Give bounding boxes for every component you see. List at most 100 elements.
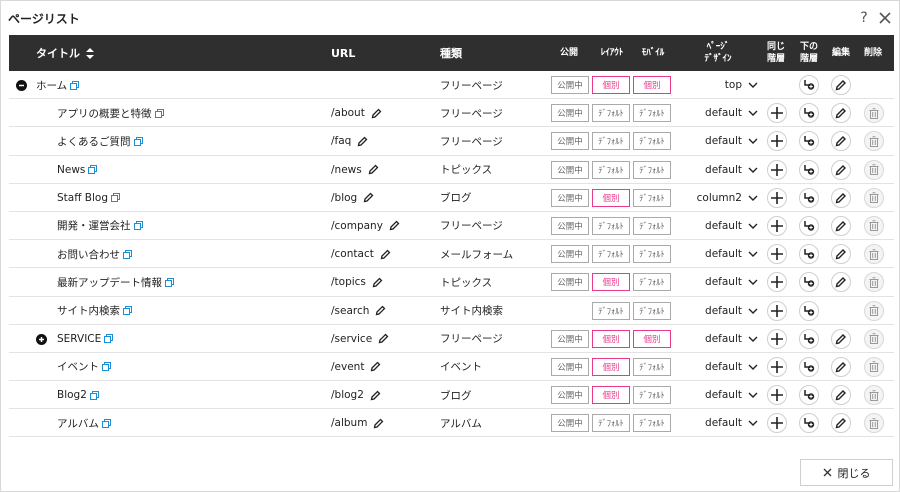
external-link-icon[interactable] <box>101 418 111 428</box>
expand-icon[interactable] <box>36 333 47 345</box>
page-design-select[interactable]: default <box>679 409 758 437</box>
page-title[interactable]: お問い合わせ <box>57 247 120 262</box>
public-status-badge[interactable]: 公開中 <box>551 160 589 179</box>
page-title[interactable]: SERVICE <box>57 333 101 345</box>
edit-button[interactable] <box>831 356 851 377</box>
add-same-level-button[interactable] <box>767 413 787 434</box>
delete-button[interactable] <box>864 159 884 180</box>
edit-button[interactable] <box>831 413 851 434</box>
page-title[interactable]: ホーム <box>36 78 67 93</box>
add-same-level-button[interactable] <box>767 272 787 293</box>
external-link-icon[interactable] <box>88 165 98 175</box>
add-same-level-button[interactable] <box>767 244 787 265</box>
external-link-icon[interactable] <box>165 277 174 287</box>
mobile-badge[interactable]: ﾃﾞﾌｫﾙﾄ <box>633 414 671 433</box>
edit-url-icon[interactable] <box>378 333 389 344</box>
layout-badge[interactable]: 個別 <box>592 76 630 94</box>
add-lower-level-button[interactable] <box>799 159 819 180</box>
mobile-badge[interactable]: 個別 <box>633 76 671 94</box>
page-title[interactable]: News <box>57 164 85 176</box>
page-title[interactable]: 最新アップデート情報 <box>57 275 162 290</box>
page-title[interactable]: よくあるご質問 <box>57 134 131 149</box>
delete-button[interactable] <box>864 272 884 293</box>
sort-icon[interactable] <box>86 47 94 59</box>
edit-button[interactable] <box>831 385 851 406</box>
external-link-icon[interactable] <box>123 306 132 315</box>
layout-badge[interactable]: ﾃﾞﾌｫﾙﾄ <box>592 160 630 179</box>
layout-badge[interactable]: 個別 <box>592 188 630 207</box>
add-lower-level-button[interactable] <box>799 103 819 124</box>
edit-button[interactable] <box>831 328 851 349</box>
add-lower-level-button[interactable] <box>799 300 819 321</box>
edit-button[interactable] <box>831 187 851 208</box>
mobile-badge[interactable]: ﾃﾞﾌｫﾙﾄ <box>633 301 671 320</box>
delete-button[interactable] <box>864 385 884 406</box>
add-same-level-button[interactable] <box>767 300 787 321</box>
delete-button[interactable] <box>864 103 884 124</box>
page-design-select[interactable]: top <box>679 71 758 99</box>
layout-badge[interactable]: 個別 <box>592 273 630 292</box>
external-link-icon[interactable] <box>154 108 164 118</box>
edit-url-icon[interactable] <box>371 108 382 119</box>
edit-url-icon[interactable] <box>370 361 381 372</box>
add-lower-level-button[interactable] <box>799 356 819 377</box>
mobile-badge[interactable]: ﾃﾞﾌｫﾙﾄ <box>633 216 671 235</box>
page-title[interactable]: Staff Blog <box>57 192 108 204</box>
close-icon[interactable] <box>877 9 893 27</box>
page-title[interactable]: アルバム <box>57 416 99 431</box>
page-title[interactable]: イベント <box>57 359 99 374</box>
add-same-level-button[interactable] <box>767 103 787 124</box>
delete-button[interactable] <box>864 215 884 236</box>
mobile-badge[interactable]: ﾃﾞﾌｫﾙﾄ <box>633 104 671 123</box>
page-design-select[interactable]: default <box>679 212 758 240</box>
mobile-badge[interactable]: ﾃﾞﾌｫﾙﾄ <box>633 188 671 207</box>
edit-button[interactable] <box>831 103 851 124</box>
edit-url-icon[interactable] <box>373 418 384 429</box>
delete-button[interactable] <box>864 187 884 208</box>
page-title[interactable]: Blog2 <box>57 389 87 401</box>
external-link-icon[interactable] <box>104 334 114 344</box>
mobile-badge[interactable]: 個別 <box>633 329 671 348</box>
page-design-select[interactable]: default <box>679 381 758 409</box>
edit-button[interactable] <box>831 244 851 265</box>
delete-button[interactable] <box>864 244 884 265</box>
edit-url-icon[interactable] <box>357 136 368 147</box>
edit-button[interactable] <box>831 272 851 293</box>
page-design-select[interactable]: default <box>679 268 758 296</box>
external-link-icon[interactable] <box>70 80 80 90</box>
add-same-level-button[interactable] <box>767 356 787 377</box>
edit-url-icon[interactable] <box>375 305 386 316</box>
add-same-level-button[interactable] <box>767 131 787 152</box>
page-design-select[interactable]: column2 <box>679 184 758 212</box>
edit-button[interactable] <box>831 131 851 152</box>
add-lower-level-button[interactable] <box>799 215 819 236</box>
layout-badge[interactable]: ﾃﾞﾌｫﾙﾄ <box>592 301 630 320</box>
add-same-level-button[interactable] <box>767 159 787 180</box>
page-design-select[interactable]: default <box>679 353 758 381</box>
page-design-select[interactable]: default <box>679 297 758 325</box>
close-button[interactable]: 閉じる <box>800 459 893 486</box>
public-status-badge[interactable]: 公開中 <box>551 414 589 433</box>
public-status-badge[interactable]: 公開中 <box>551 329 589 348</box>
edit-url-icon[interactable] <box>368 164 379 175</box>
layout-badge[interactable]: ﾃﾞﾌｫﾙﾄ <box>592 245 630 264</box>
page-design-select[interactable]: default <box>679 325 758 353</box>
delete-button[interactable] <box>864 300 884 321</box>
layout-badge[interactable]: ﾃﾞﾌｫﾙﾄ <box>592 216 630 235</box>
page-title[interactable]: 開発・運営会社 <box>57 218 131 233</box>
mobile-badge[interactable]: ﾃﾞﾌｫﾙﾄ <box>633 273 671 292</box>
add-lower-level-button[interactable] <box>799 272 819 293</box>
edit-url-icon[interactable] <box>372 277 383 288</box>
public-status-badge[interactable]: 公開中 <box>551 216 589 235</box>
page-design-select[interactable]: default <box>679 127 758 155</box>
layout-badge[interactable]: 個別 <box>592 357 630 376</box>
edit-button[interactable] <box>831 159 851 180</box>
add-lower-level-button[interactable] <box>799 328 819 349</box>
delete-button[interactable] <box>864 356 884 377</box>
add-lower-level-button[interactable] <box>799 75 819 95</box>
add-lower-level-button[interactable] <box>799 244 819 265</box>
delete-button[interactable] <box>864 328 884 349</box>
layout-badge[interactable]: ﾃﾞﾌｫﾙﾄ <box>592 104 630 123</box>
column-header-title[interactable]: タイトル <box>36 35 94 71</box>
add-same-level-button[interactable] <box>767 187 787 208</box>
